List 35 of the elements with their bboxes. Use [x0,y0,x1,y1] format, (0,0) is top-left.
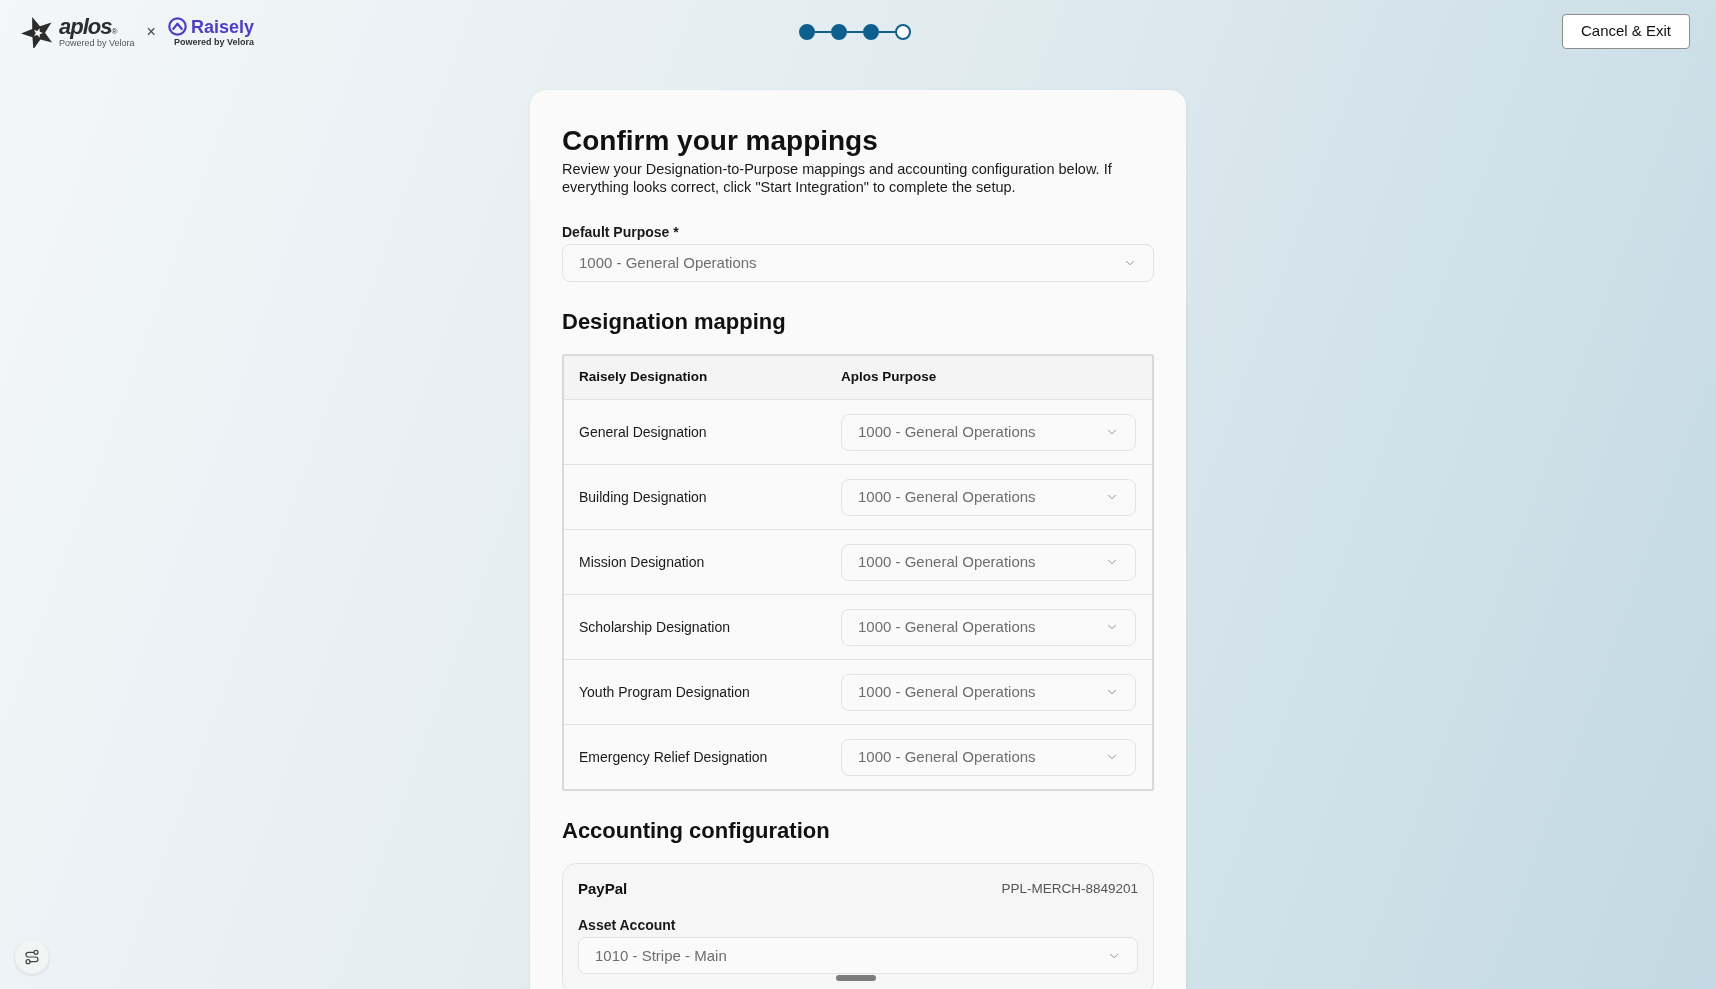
table-cell-text: Mission Designation [579,552,706,572]
page-title: Confirm your mappings [562,124,879,158]
dropdown-select[interactable]: 1000 - General Operations [841,608,1136,646]
field-label: Default Purpose * [562,223,680,241]
column-header: Raisely Designation [579,368,709,387]
column-header: Aplos Purpose [841,368,938,387]
floating-action-button[interactable] [15,940,49,974]
section-heading: Accounting configuration [562,817,831,845]
dropdown-select[interactable]: 1000 - General Operations [841,673,1136,711]
logo-tagline: Powered by Velora [173,36,254,47]
dropdown-select[interactable]: 1000 - General Operations [562,244,1154,282]
logo-tagline: Powered by Velora [59,38,135,48]
separator-symbol: × [146,23,156,40]
account-name: PayPal [578,879,628,900]
description-text: Review your Designation-to-Purpose mappings and accounting configuration below. If everything looks correct, click "Start Integration" to complete the setup. [562,161,1113,196]
logo-wordmark: Raisely [190,16,254,37]
table-cell-text: General Designation [579,422,708,442]
table-cell-text: Emergency Relief Designation [579,747,769,767]
dropdown-select[interactable]: 1000 - General Operations [841,738,1136,776]
drag-handle[interactable] [836,975,876,981]
logo-wordmark: aplos [59,15,112,38]
route-icon [24,949,40,965]
dropdown-select[interactable]: 1010 - Stripe - Main [578,937,1138,975]
dropdown-select[interactable]: 1000 - General Operations [841,478,1136,516]
dropdown-select[interactable]: 1000 - General Operations [841,413,1136,451]
table-cell-text: Building Designation [579,487,708,507]
dropdown-select[interactable]: 1000 - General Operations [841,543,1136,581]
field-label: Asset Account [578,916,677,935]
registered-mark: ® [111,28,118,36]
table-cell-text: Scholarship Designation [579,617,731,637]
section-heading: Designation mapping [562,308,787,336]
circle-chevron-logo-icon [167,17,187,36]
table-cell-text: Youth Program Designation [579,682,751,702]
cancel-exit-button[interactable]: Cancel & Exit [1562,14,1690,49]
merchant-id: PPL-MERCH-8849201 [1001,880,1138,898]
